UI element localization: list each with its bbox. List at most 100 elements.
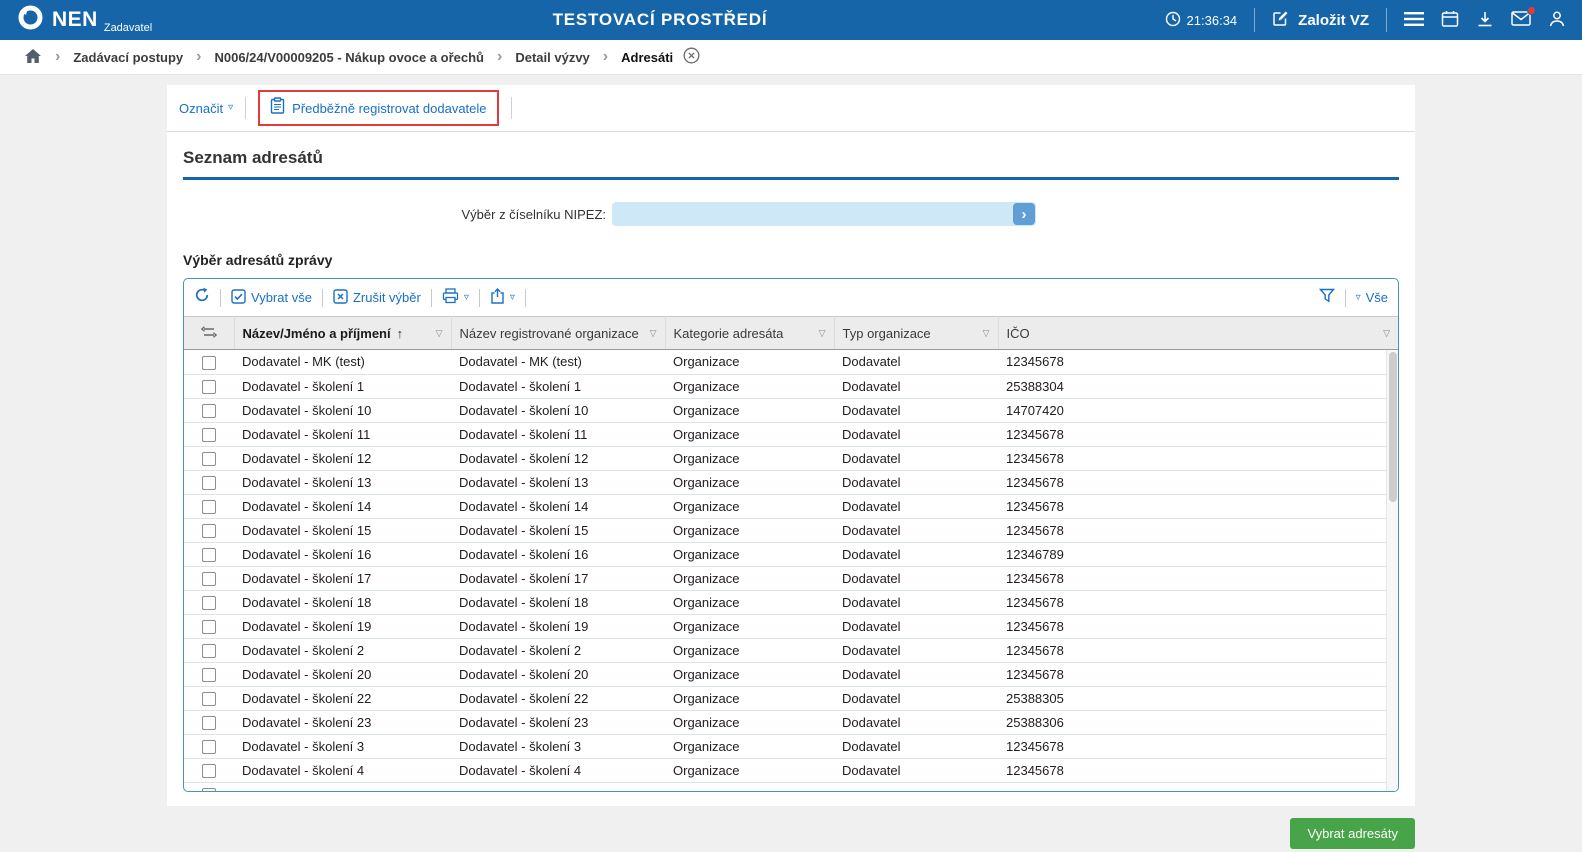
column-filter-icon[interactable]: ▽: [1383, 328, 1390, 339]
table-row[interactable]: Dodavatel - školení 18 Dodavatel - škole…: [184, 590, 1386, 614]
download-icon: [1476, 10, 1494, 31]
column-filter-icon[interactable]: ▽: [650, 328, 657, 339]
cell-type: Dodavatel: [834, 398, 998, 422]
row-checkbox[interactable]: [202, 500, 216, 514]
row-checkbox[interactable]: [202, 788, 216, 791]
print-dropdown[interactable]: ▿: [442, 288, 469, 307]
cell-type: Dodavatel: [834, 542, 998, 566]
messages-button[interactable]: [1511, 11, 1531, 29]
table-row[interactable]: Dodavatel - školení 13 Dodavatel - škole…: [184, 470, 1386, 494]
cell-category: Organizace: [665, 542, 834, 566]
clear-selection-button[interactable]: Zrušit výběr: [333, 289, 421, 307]
breadcrumb-item-procedure[interactable]: N006/24/V00009205 - Nákup ovoce a ořechů: [214, 50, 484, 65]
row-checkbox-cell: [184, 758, 234, 782]
row-checkbox[interactable]: [202, 404, 216, 418]
table-row[interactable]: Dodavatel - školení 3 Dodavatel - školen…: [184, 734, 1386, 758]
table-row[interactable]: Dodavatel - školení 12 Dodavatel - škole…: [184, 446, 1386, 470]
column-header-organization[interactable]: Název registrované organizace ▽: [451, 317, 665, 350]
nipez-input[interactable]: [612, 202, 1036, 226]
breadcrumb-item-detail-vyzvy[interactable]: Detail výzvy: [515, 50, 589, 65]
column-filter-icon[interactable]: ▽: [819, 328, 826, 339]
refresh-button[interactable]: [194, 287, 210, 308]
calendar-icon: [1441, 10, 1459, 31]
row-checkbox[interactable]: [202, 572, 216, 586]
table-row[interactable]: Dodavatel - školení 2 Dodavatel - školen…: [184, 638, 1386, 662]
cell-category: Organizace: [665, 470, 834, 494]
customize-columns-icon: [201, 326, 217, 341]
cell-type: Dodavatel: [834, 566, 998, 590]
mark-dropdown[interactable]: Označit ▿: [179, 101, 233, 116]
export-dropdown[interactable]: ▿: [490, 288, 515, 307]
table-row[interactable]: Dodavatel - školení 14 Dodavatel - škole…: [184, 494, 1386, 518]
calendar-button[interactable]: [1441, 10, 1459, 31]
nen-logo[interactable]: NEN Zadavatel: [16, 3, 152, 37]
select-recipients-button[interactable]: Vybrat adresáty: [1290, 818, 1415, 849]
cell-name: Dodavatel - školení 12: [234, 446, 451, 470]
row-checkbox-cell: [184, 614, 234, 638]
row-checkbox[interactable]: [202, 620, 216, 634]
table-scrollbar[interactable]: [1386, 350, 1398, 791]
home-icon: [24, 48, 42, 67]
table-row[interactable]: Dodavatel - školení 20 Dodavatel - škole…: [184, 662, 1386, 686]
column-header-ico[interactable]: IČO ▽: [998, 317, 1398, 350]
table-row[interactable]: Dodavatel - školení 23 Dodavatel - škole…: [184, 710, 1386, 734]
toolbar-separator: [220, 289, 221, 307]
table-row[interactable]: Dodavatel - školení 16 Dodavatel - škole…: [184, 542, 1386, 566]
row-checkbox[interactable]: [202, 356, 216, 370]
row-checkbox[interactable]: [202, 692, 216, 706]
cell-name: Dodavatel - školení 15: [234, 518, 451, 542]
table-row[interactable]: Dodavatel - školení 11 Dodavatel - škole…: [184, 422, 1386, 446]
column-settings-header[interactable]: [184, 317, 234, 350]
view-all-dropdown[interactable]: ▿ Vše: [1356, 290, 1388, 305]
column-filter-icon[interactable]: ▽: [436, 328, 443, 339]
breadcrumb-item-zadavaci-postupy[interactable]: Zadávací postupy: [73, 50, 183, 65]
row-checkbox[interactable]: [202, 716, 216, 730]
downloads-button[interactable]: [1476, 10, 1494, 31]
row-checkbox[interactable]: [202, 380, 216, 394]
row-checkbox-cell: [184, 710, 234, 734]
table-row[interactable]: Dodavatel - školení 4 Dodavatel - školen…: [184, 758, 1386, 782]
row-checkbox[interactable]: [202, 740, 216, 754]
table-row[interactable]: Dodavatel - školení 22 Dodavatel - škole…: [184, 686, 1386, 710]
row-checkbox[interactable]: [202, 596, 216, 610]
create-vz-button[interactable]: Založit VZ: [1272, 9, 1369, 31]
filter-button[interactable]: [1319, 288, 1335, 308]
column-header-category[interactable]: Kategorie adresáta ▽: [665, 317, 834, 350]
grid-body-viewport: Dodavatel - MK (test) Dodavatel - MK (te…: [184, 350, 1398, 791]
menu-button[interactable]: [1404, 11, 1424, 30]
table-row[interactable]: Dodavatel - školení 15 Dodavatel - škole…: [184, 518, 1386, 542]
column-header-type[interactable]: Typ organizace ▽: [834, 317, 998, 350]
row-checkbox[interactable]: [202, 764, 216, 778]
close-tab-button[interactable]: [683, 47, 700, 67]
table-row[interactable]: Dodavatel - školení 17 Dodavatel - škole…: [184, 566, 1386, 590]
table-row[interactable]: [184, 782, 1386, 791]
table-row[interactable]: Dodavatel - MK (test) Dodavatel - MK (te…: [184, 350, 1386, 374]
cell-category: Organizace: [665, 446, 834, 470]
cell-category: Organizace: [665, 638, 834, 662]
recipients-grid-panel: Vybrat vše Zrušit výběr ▿: [183, 278, 1399, 792]
column-label: Typ organizace: [843, 326, 931, 341]
row-checkbox-cell: [184, 662, 234, 686]
table-row[interactable]: Dodavatel - školení 1 Dodavatel - školen…: [184, 374, 1386, 398]
preregister-supplier-button[interactable]: Předběžně registrovat dodavatele: [292, 101, 486, 116]
row-checkbox[interactable]: [202, 524, 216, 538]
column-filter-icon[interactable]: ▽: [983, 328, 990, 339]
row-checkbox[interactable]: [202, 428, 216, 442]
scrollbar-thumb[interactable]: [1389, 352, 1397, 502]
horizontal-divider: [167, 131, 1415, 132]
table-row[interactable]: Dodavatel - školení 10 Dodavatel - škole…: [184, 398, 1386, 422]
row-checkbox-cell: [184, 590, 234, 614]
printer-icon: [442, 288, 459, 307]
row-checkbox[interactable]: [202, 644, 216, 658]
row-checkbox[interactable]: [202, 668, 216, 682]
nipez-open-button[interactable]: ›: [1013, 203, 1035, 225]
row-checkbox[interactable]: [202, 476, 216, 490]
column-header-name[interactable]: Název/Jméno a příjmení ↑ ▽: [234, 317, 451, 350]
user-profile-button[interactable]: [1548, 10, 1566, 31]
row-checkbox-cell: [184, 494, 234, 518]
row-checkbox[interactable]: [202, 452, 216, 466]
table-row[interactable]: Dodavatel - školení 19 Dodavatel - škole…: [184, 614, 1386, 638]
row-checkbox[interactable]: [202, 548, 216, 562]
select-all-button[interactable]: Vybrat vše: [231, 289, 312, 307]
home-button[interactable]: [24, 48, 42, 67]
